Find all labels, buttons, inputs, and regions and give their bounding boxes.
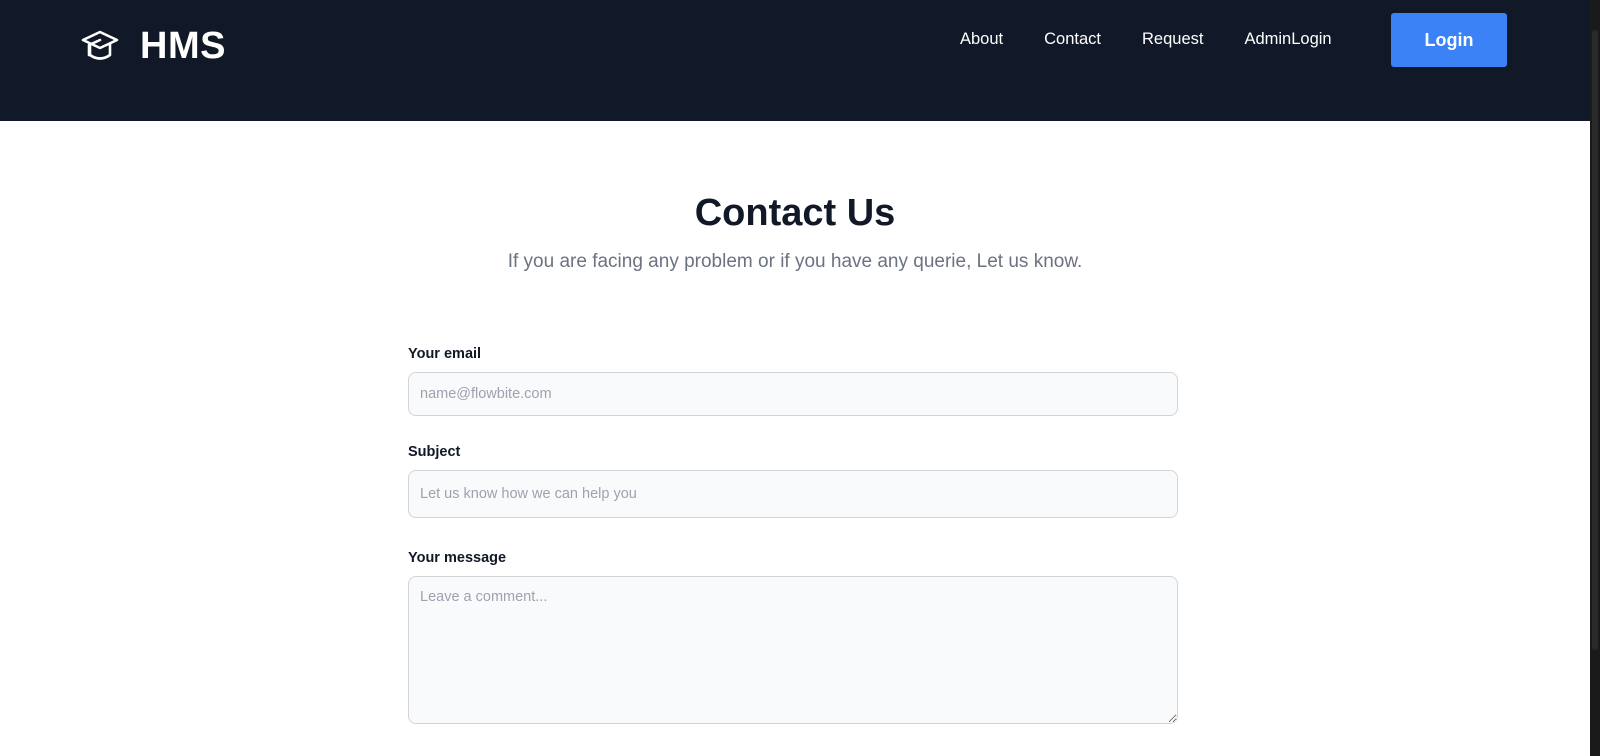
login-button[interactable]: Login [1391,13,1507,67]
subject-field-group: Subject [408,442,1178,518]
email-input[interactable] [408,372,1178,416]
page-subtitle: If you are facing any problem or if you … [507,251,1083,272]
main-content: Contact Us If you are facing any problem… [0,121,1590,756]
nav-links: About Contact Request AdminLogin [960,27,1332,51]
brand-name: HMS [140,24,226,67]
page: HMS About Contact Request AdminLogin Log… [0,0,1600,756]
page-title: Contact Us [694,192,896,234]
nav-link-about[interactable]: About [960,27,1003,51]
graduation-cap-icon [78,24,122,68]
nav-link-contact[interactable]: Contact [1044,27,1101,51]
subject-input[interactable] [408,470,1178,518]
top-navbar: HMS About Contact Request AdminLogin Log… [0,0,1590,121]
scrollbar[interactable] [1590,0,1600,756]
message-textarea[interactable] [408,576,1178,724]
message-label: Your message [408,550,507,566]
nav-link-adminlogin[interactable]: AdminLogin [1244,27,1331,51]
nav-link-request[interactable]: Request [1142,27,1203,51]
email-field-group: Your email [408,344,1178,416]
scrollbar-thumb[interactable] [1592,30,1598,650]
brand[interactable]: HMS [78,24,226,68]
message-field-group: Your message [408,548,1178,724]
contact-form: Your email Subject Your message [408,344,1178,750]
subject-label: Subject [408,444,461,460]
email-label: Your email [408,346,482,362]
